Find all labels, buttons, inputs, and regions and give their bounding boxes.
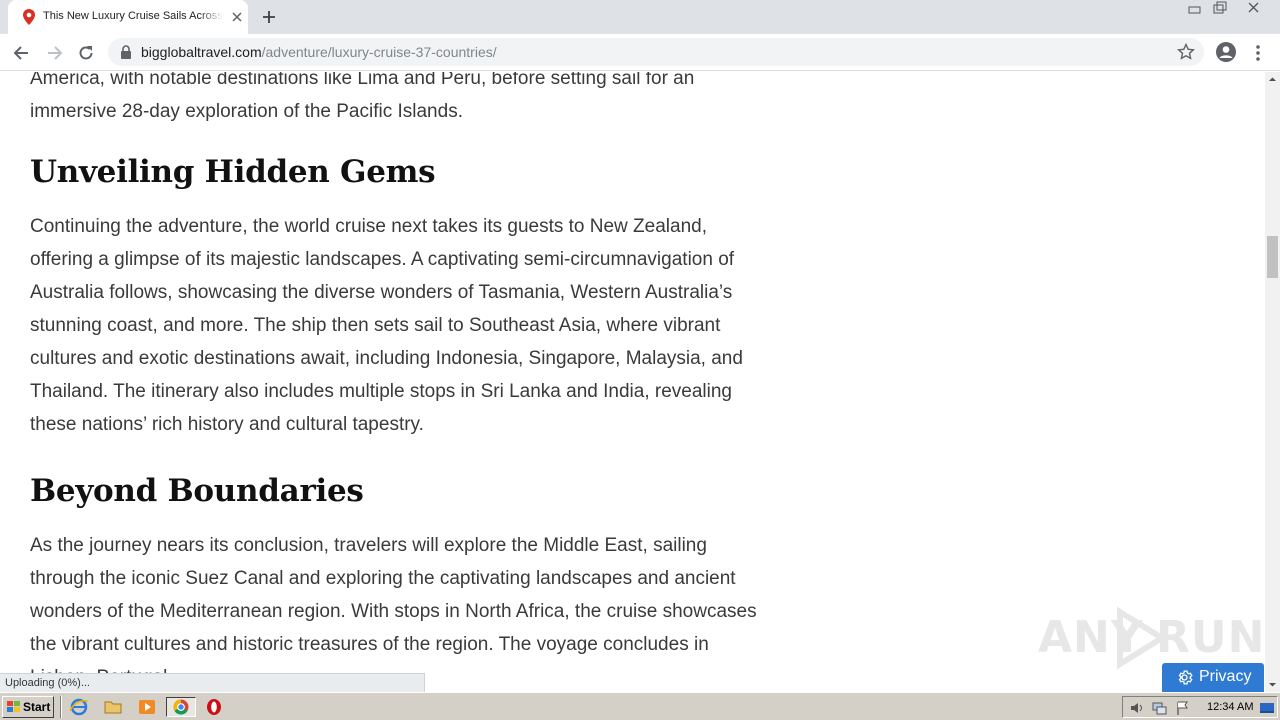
internet-explorer-icon[interactable] [68, 697, 90, 717]
start-button[interactable]: Start [2, 696, 54, 718]
status-bubble: Uploading (0%)... [0, 673, 425, 692]
action-center-flag-icon[interactable] [1175, 700, 1191, 716]
article-paragraph: As the journey nears its conclusion, tra… [30, 535, 757, 688]
scroll-down-icon[interactable] [1265, 677, 1280, 692]
watermark-text-right: RUN [1156, 612, 1265, 663]
windows-taskbar: Start 12:34 AM [0, 692, 1280, 720]
scroll-up-icon[interactable] [1265, 72, 1280, 87]
restore-window-icon[interactable] [1209, 0, 1231, 16]
anyrun-watermark: ANY RUN [1038, 606, 1264, 670]
account-circle-icon[interactable] [1215, 41, 1237, 63]
browser-tab[interactable]: This New Luxury Cruise Sails Across 37 C… [8, 0, 248, 34]
volume-icon[interactable] [1129, 700, 1145, 716]
opera-icon[interactable] [203, 697, 225, 717]
status-text: Uploading (0%)... [5, 677, 90, 689]
privacy-label: Privacy [1199, 668, 1252, 685]
section-heading: Unveiling Hidden Gems [30, 154, 436, 190]
file-explorer-icon[interactable] [102, 697, 124, 717]
url-text: bigglobaltravel.com/adventure/luxury-cru… [141, 44, 497, 60]
minimize-window-icon[interactable] [1184, 0, 1206, 16]
url-path: /adventure/luxury-cruise-37-countries/ [261, 44, 497, 60]
article-paragraph: America, with notable destinations like … [30, 72, 695, 122]
close-tab-icon[interactable] [230, 10, 244, 24]
page-viewport: America, with notable destinations like … [0, 72, 1265, 692]
show-desktop-icon[interactable] [1259, 700, 1275, 716]
url-host: bigglobaltravel.com [141, 44, 262, 60]
forward-arrow-icon[interactable] [44, 43, 64, 63]
start-label: Start [23, 700, 51, 714]
article-body: America, with notable destinations like … [30, 72, 775, 692]
privacy-button[interactable]: Privacy [1162, 663, 1264, 692]
system-tray: 12:34 AM [1122, 696, 1278, 718]
reload-icon[interactable] [76, 43, 96, 63]
close-window-icon[interactable] [1243, 0, 1265, 16]
taskbar-clock: 12:34 AM [1207, 701, 1254, 713]
network-icon[interactable] [1151, 700, 1167, 716]
back-arrow-icon[interactable] [12, 43, 32, 63]
map-pin-icon [22, 9, 36, 25]
browser-toolbar: bigglobaltravel.com/adventure/luxury-cru… [0, 34, 1280, 71]
chrome-taskbar-icon[interactable] [166, 697, 196, 717]
taskbar-separator [60, 696, 62, 718]
media-player-icon[interactable] [136, 697, 158, 717]
address-bar[interactable]: bigglobaltravel.com/adventure/luxury-cru… [108, 38, 1204, 66]
lock-icon[interactable] [120, 45, 132, 59]
browser-tab-strip: This New Luxury Cruise Sails Across 37 C… [0, 0, 1280, 34]
article-paragraph: Continuing the adventure, the world crui… [30, 216, 743, 435]
star-icon[interactable] [1176, 42, 1196, 61]
scrollbar-thumb[interactable] [1267, 236, 1278, 278]
gear-icon [1176, 669, 1193, 686]
windows-logo-icon [6, 700, 22, 714]
tab-title: This New Luxury Cruise Sails Across 37 C… [43, 10, 223, 22]
more-menu-icon[interactable] [1252, 43, 1264, 63]
new-tab-icon[interactable] [261, 9, 277, 25]
vertical-scrollbar[interactable] [1265, 72, 1280, 692]
section-heading: Beyond Boundaries [30, 473, 364, 509]
